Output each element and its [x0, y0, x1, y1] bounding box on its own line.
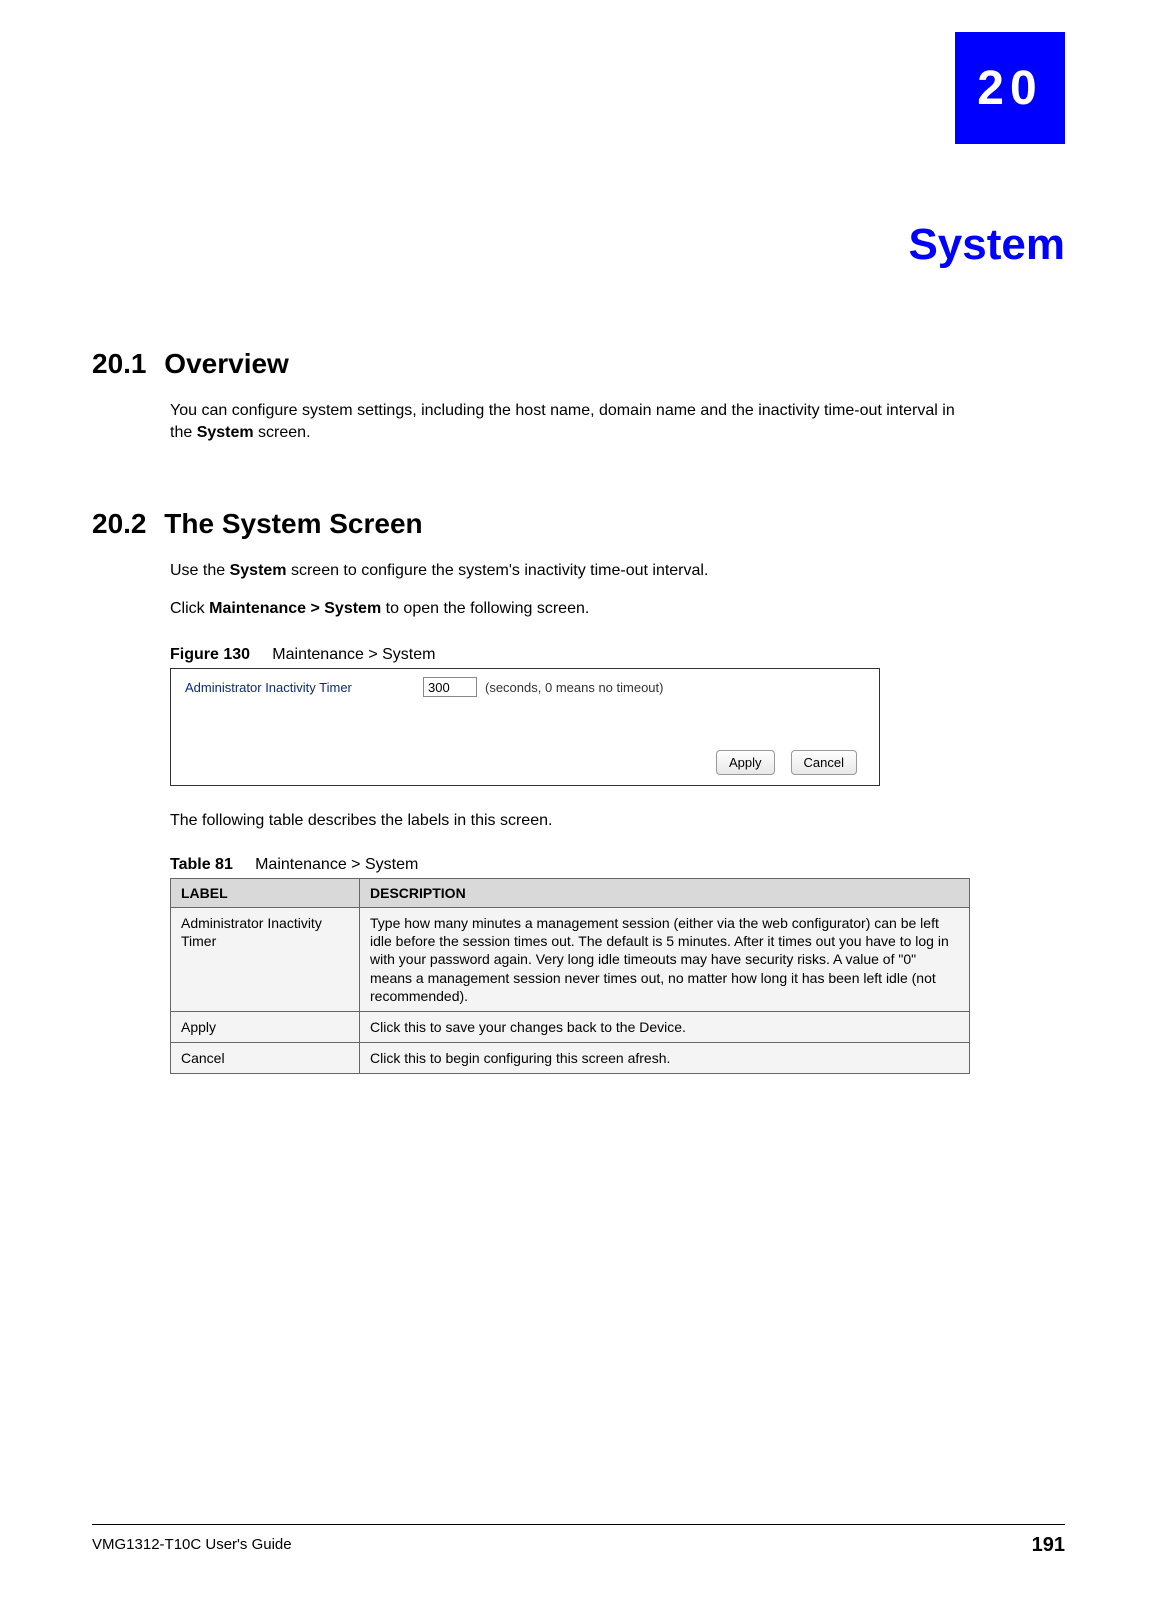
table-header-row: LABEL DESCRIPTION [171, 879, 970, 908]
footer-divider [92, 1524, 1065, 1525]
table-header-label: LABEL [171, 879, 360, 908]
description-table: LABEL DESCRIPTION Administrator Inactivi… [170, 878, 970, 1074]
text-fragment: screen to configure the system's inactiv… [287, 562, 709, 579]
section-number: 20.1 [92, 348, 147, 379]
figure-caption-label: Figure 130 [170, 646, 250, 663]
table-header-description: DESCRIPTION [360, 879, 970, 908]
section-system-screen-heading: 20.2 The System Screen [92, 508, 423, 540]
page: 20 System 20.1 Overview You can configur… [0, 0, 1163, 1597]
text-fragment: Use the [170, 562, 230, 579]
figure-screenshot: Administrator Inactivity Timer (seconds,… [170, 668, 880, 786]
footer-guide-title: VMG1312-T10C User's Guide [92, 1536, 292, 1553]
table-caption: Table 81 Maintenance > System [170, 856, 418, 874]
text-fragment: to open the following screen. [381, 600, 589, 617]
system-screen-para1: Use the System screen to configure the s… [170, 560, 970, 582]
chapter-number: 20 [977, 61, 1042, 116]
inactivity-timer-label: Administrator Inactivity Timer [185, 680, 423, 695]
table-cell-description: Type how many minutes a management sessi… [360, 908, 970, 1012]
section-number: 20.2 [92, 508, 147, 539]
system-screen-para2: Click Maintenance > System to open the f… [170, 598, 970, 620]
figure-caption-text: Maintenance > System [272, 646, 435, 663]
section-title: The System Screen [164, 508, 422, 539]
inactivity-timer-input[interactable] [423, 677, 477, 697]
table-row: Apply Click this to save your changes ba… [171, 1011, 970, 1042]
text-bold: System [197, 424, 254, 441]
table-intro-text: The following table describes the labels… [170, 810, 970, 832]
section-title: Overview [164, 348, 289, 379]
figure-row: Administrator Inactivity Timer (seconds,… [171, 669, 879, 697]
overview-body: You can configure system settings, inclu… [170, 400, 970, 443]
table-cell-label: Apply [171, 1011, 360, 1042]
text-bold: System [230, 562, 287, 579]
text-fragment: screen. [254, 424, 311, 441]
apply-button[interactable]: Apply [716, 750, 775, 775]
table-cell-label: Cancel [171, 1043, 360, 1074]
table-caption-label: Table 81 [170, 856, 233, 873]
table-caption-text: Maintenance > System [255, 856, 418, 873]
cancel-button[interactable]: Cancel [791, 750, 857, 775]
table-cell-label: Administrator Inactivity Timer [171, 908, 360, 1012]
text-fragment: Click [170, 600, 209, 617]
table-row: Administrator Inactivity Timer Type how … [171, 908, 970, 1012]
footer-page-number: 191 [1032, 1534, 1065, 1557]
table-cell-description: Click this to save your changes back to … [360, 1011, 970, 1042]
table-row: Cancel Click this to begin configuring t… [171, 1043, 970, 1074]
chapter-title: System [908, 220, 1065, 270]
inactivity-timer-hint: (seconds, 0 means no timeout) [485, 680, 663, 695]
figure-button-row: Apply Cancel [716, 750, 857, 775]
section-overview-heading: 20.1 Overview [92, 348, 289, 380]
table-cell-description: Click this to begin configuring this scr… [360, 1043, 970, 1074]
chapter-number-box: 20 [955, 32, 1065, 144]
figure-caption: Figure 130 Maintenance > System [170, 646, 435, 664]
text-bold: Maintenance > System [209, 600, 381, 617]
